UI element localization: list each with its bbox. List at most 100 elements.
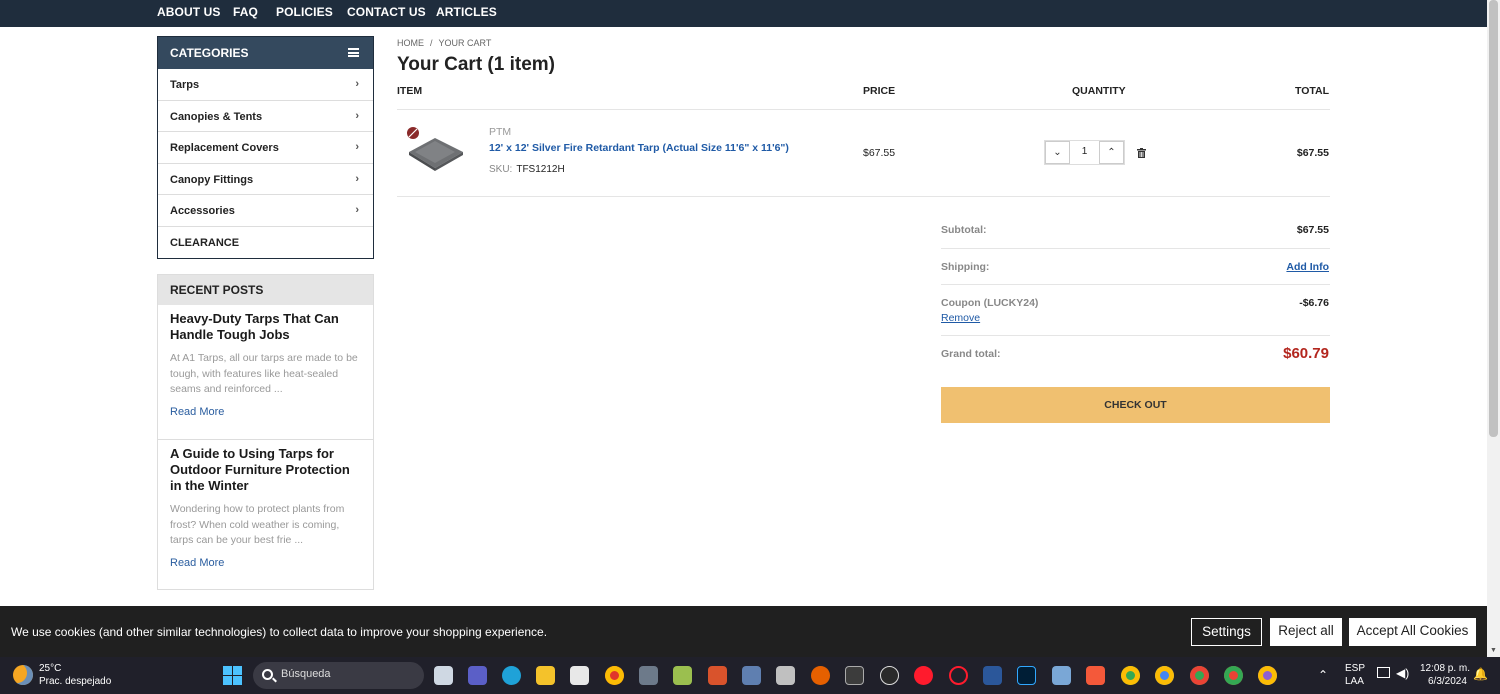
chevron-right-icon: › [355,172,359,185]
item-price: $67.55 [863,147,896,159]
volume-icon[interactable]: ◀) [1396,666,1409,680]
weather-temperature[interactable]: 25°C [39,663,61,674]
search-icon [262,669,273,680]
chrome-profile-icon[interactable] [1155,666,1174,685]
app-icon[interactable] [1052,666,1071,685]
file-explorer-icon[interactable] [536,666,555,685]
page-scrollbar[interactable]: ▼ [1487,0,1500,657]
post-title[interactable]: Heavy-Duty Tarps That Can Handle Tough J… [170,311,361,343]
category-label: Canopies & Tents [170,110,263,123]
notification-bell-icon[interactable]: 🔔 [1473,667,1488,681]
chrome-profile-icon[interactable] [1121,666,1140,685]
product-thumbnail[interactable] [405,126,465,172]
breadcrumb-home[interactable]: HOME [397,38,424,48]
product-name-link[interactable]: 12' x 12' Silver Fire Retardant Tarp (Ac… [489,142,789,154]
edge-icon[interactable] [502,666,521,685]
trash-icon[interactable] [1137,148,1146,158]
breadcrumb-current: YOUR CART [438,38,492,48]
cookie-settings-button[interactable]: Settings [1191,618,1262,646]
remove-coupon-link[interactable]: Remove [941,312,980,324]
subtotal-label: Subtotal: [941,224,987,236]
category-tarps[interactable]: Tarps › [158,69,373,101]
nav-policies[interactable]: POLICIES [276,5,333,19]
keyboard-layout[interactable]: LAA [1345,676,1364,687]
app-icon[interactable] [673,666,692,685]
photoshop-icon[interactable] [1017,666,1036,685]
add-shipping-info-link[interactable]: Add Info [1286,261,1329,273]
coupon-value: -$6.76 [1299,297,1329,309]
taskbar-search[interactable]: Búsqueda [253,662,424,689]
breadcrumb: HOME / YOUR CART [397,38,491,48]
read-more-link[interactable]: Read More [170,557,361,569]
task-view-icon[interactable] [434,666,453,685]
teams-icon[interactable] [468,666,487,685]
post-item: Heavy-Duty Tarps That Can Handle Tough J… [158,305,373,440]
product-brand: PTM [489,126,512,138]
nav-contact-us[interactable]: CONTACT US [347,5,426,19]
app-icon[interactable] [742,666,761,685]
opera-gx-icon[interactable] [949,666,968,685]
chrome-profile-icon[interactable] [1258,666,1277,685]
post-excerpt: At A1 Tarps, all our tarps are made to b… [170,352,358,395]
divider [941,335,1330,336]
weather-description[interactable]: Prac. despejado [39,676,111,687]
nav-about-us[interactable]: ABOUT US [157,5,220,19]
header-price: PRICE [863,85,896,97]
weather-icon[interactable] [13,665,33,685]
category-label: Tarps [170,79,200,91]
cookie-banner: We use cookies (and other similar techno… [0,606,1487,657]
category-canopies-tents[interactable]: Canopies & Tents › [158,101,373,133]
chrome-profile-icon[interactable] [1224,666,1243,685]
app-icon[interactable] [639,666,658,685]
language-code[interactable]: ESP [1345,663,1365,674]
category-clearance[interactable]: CLEARANCE [158,227,373,259]
category-replacement-covers[interactable]: Replacement Covers › [158,132,373,164]
top-nav: ABOUT US FAQ POLICIES CONTACT US ARTICLE… [0,0,1487,27]
increase-quantity-button[interactable]: ⌃ [1099,141,1124,164]
quantity-input[interactable]: 1 [1070,146,1099,157]
app-icon[interactable] [845,666,864,685]
checkout-button[interactable]: CHECK OUT [941,387,1330,423]
shipping-label: Shipping: [941,261,990,273]
store-icon[interactable] [570,666,589,685]
chevron-down-icon: ⌄ [1053,147,1062,158]
recent-posts-title: RECENT POSTS [158,275,373,305]
reject-all-button[interactable]: Reject all [1270,618,1342,646]
divider [397,196,1330,197]
network-icon[interactable] [1377,667,1390,678]
cookie-message: We use cookies (and other similar techno… [11,625,548,639]
category-label: Replacement Covers [170,142,279,155]
scrollbar-thumb[interactable] [1489,0,1498,437]
word-icon[interactable] [983,666,1002,685]
categories-title: CATEGORIES [170,46,249,60]
clock-date[interactable]: 6/3/2024 [1428,676,1467,687]
read-more-link[interactable]: Read More [170,406,361,418]
firefox-icon[interactable] [811,666,830,685]
app-icon[interactable] [1086,666,1105,685]
page-title: Your Cart (1 item) [397,54,556,75]
grand-total-value: $60.79 [1283,345,1329,362]
nav-faq[interactable]: FAQ [233,5,258,19]
windows-start-icon[interactable] [223,666,242,685]
quantity-stepper: ⌄ 1 ⌃ [1044,140,1125,165]
show-hidden-icons-chevron-up-icon[interactable]: ⌃ [1318,668,1328,682]
list-menu-icon[interactable] [348,48,359,57]
subtotal-value: $67.55 [1296,224,1329,236]
chrome-profile-icon[interactable] [1190,666,1209,685]
app-icon[interactable] [776,666,795,685]
app-icon[interactable] [880,666,899,685]
opera-icon[interactable] [914,666,933,685]
category-accessories[interactable]: Accessories › [158,195,373,227]
post-title[interactable]: A Guide to Using Tarps for Outdoor Furni… [170,446,361,494]
categories-header[interactable]: CATEGORIES [158,37,373,69]
accept-all-cookies-button[interactable]: Accept All Cookies [1349,618,1476,646]
header-quantity: QUANTITY [1072,85,1126,97]
clock-time[interactable]: 12:08 p. m. [1420,663,1470,674]
scroll-down-arrow-icon[interactable]: ▼ [1490,647,1497,654]
app-icon[interactable] [708,666,727,685]
category-canopy-fittings[interactable]: Canopy Fittings › [158,164,373,196]
decrease-quantity-button[interactable]: ⌄ [1045,141,1070,164]
chrome-icon[interactable] [605,666,624,685]
product-sku: SKU: TFS1212H [489,164,565,175]
nav-articles[interactable]: ARTICLES [436,5,497,19]
